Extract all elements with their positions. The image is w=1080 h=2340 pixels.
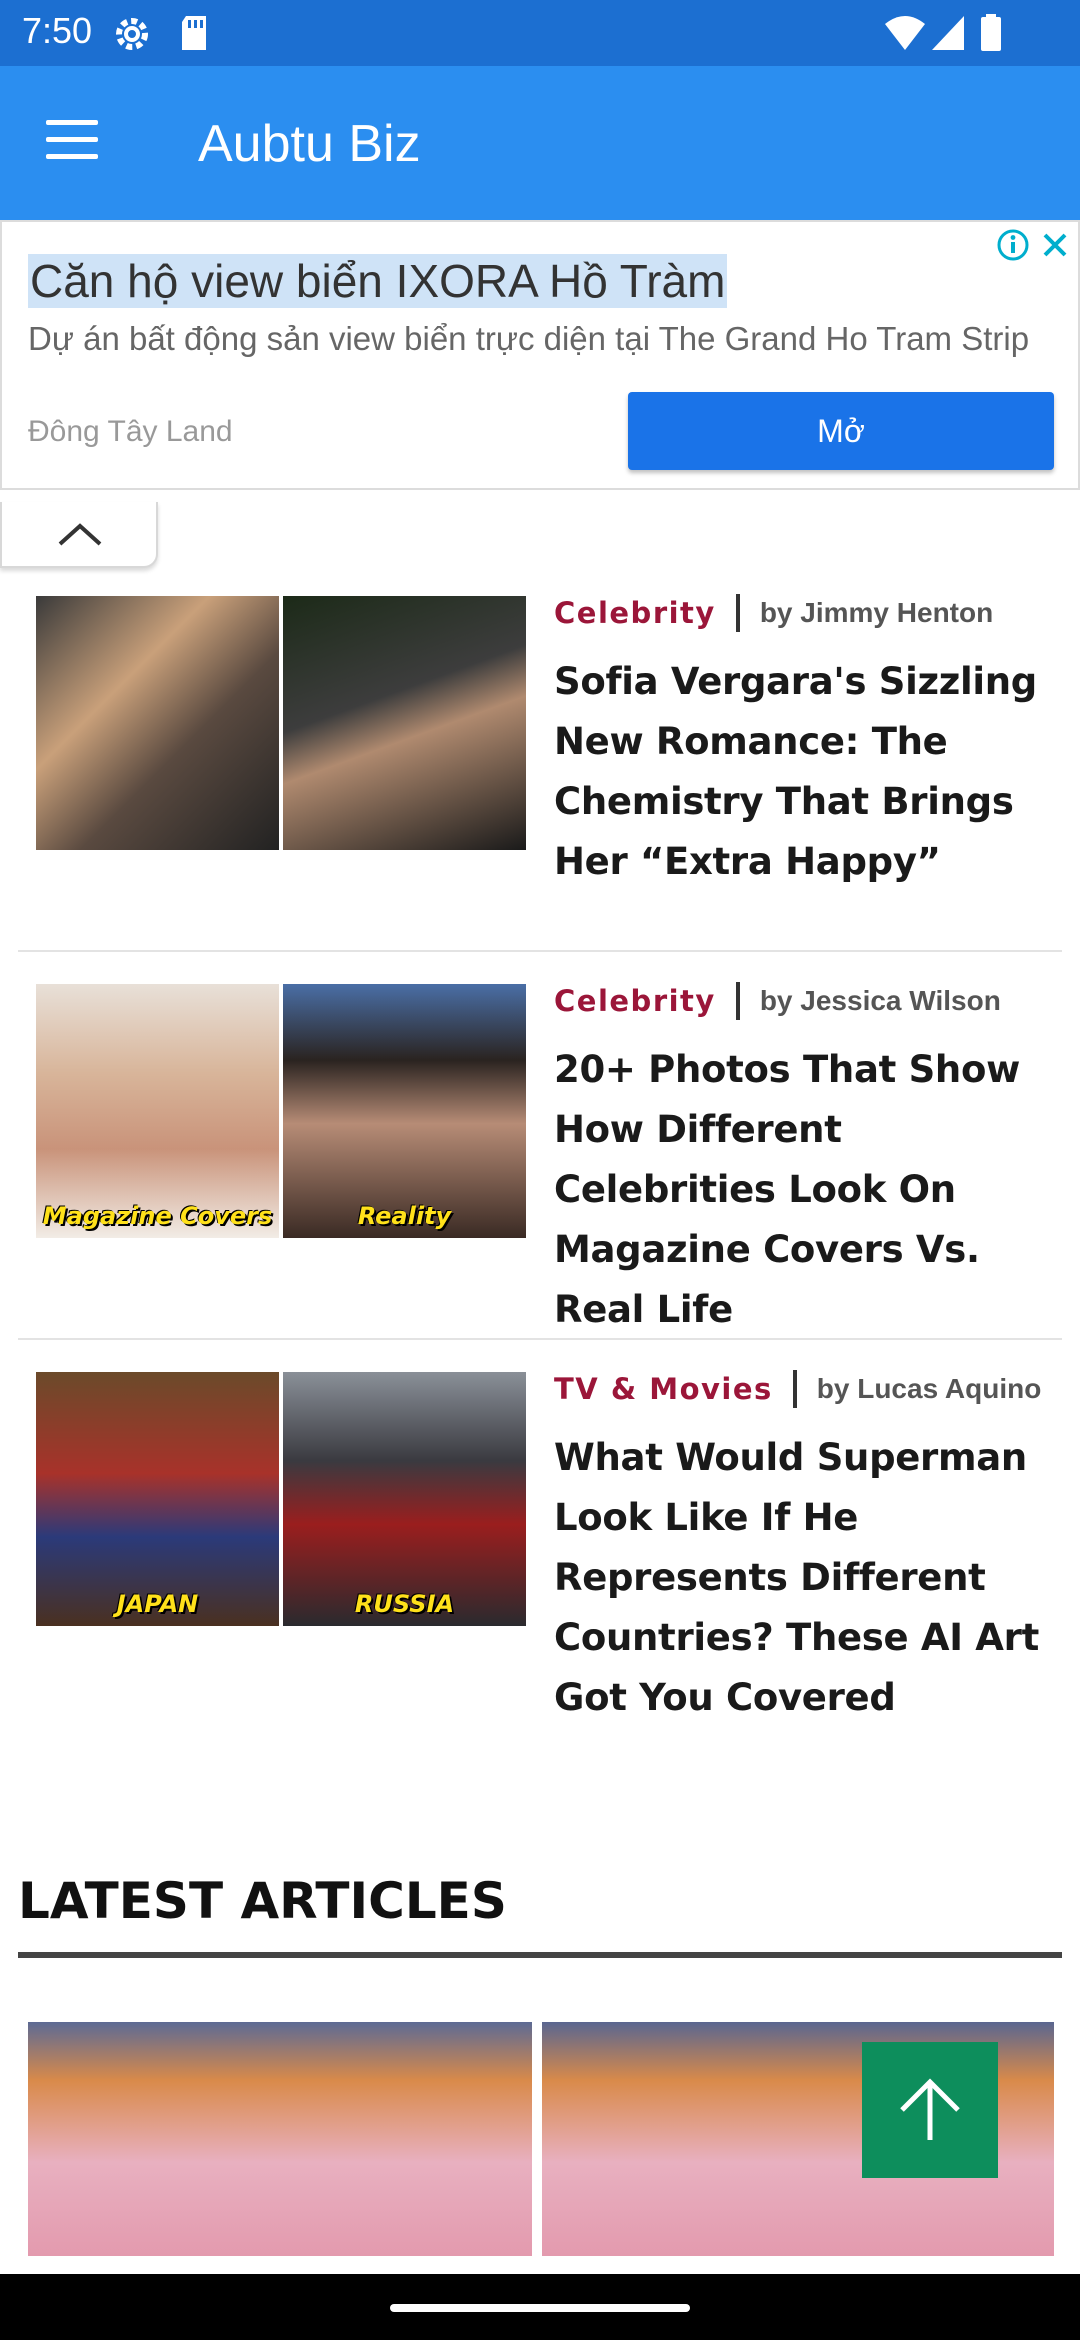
- scroll-to-top-button[interactable]: [862, 2042, 998, 2178]
- thumbnail-caption: Magazine Covers: [42, 1202, 273, 1230]
- article-card[interactable]: Celebrity by Jimmy Henton Sofia Vergara'…: [18, 594, 1062, 926]
- latest-articles-heading: LATEST ARTICLES: [18, 1872, 507, 1930]
- article-thumbnail[interactable]: JAPAN RUSSIA: [36, 1372, 526, 1626]
- ad-banner[interactable]: Căn hộ view biển IXORA Hồ Tràm Dự án bất…: [0, 220, 1080, 490]
- chevron-up-icon: [58, 523, 102, 546]
- article-thumbnail[interactable]: [36, 596, 526, 850]
- latest-article-thumbnail[interactable]: [28, 2022, 532, 2256]
- meta-separator: [792, 1370, 797, 1408]
- thumbnail-image: Reality: [283, 984, 526, 1238]
- signal-icon: [930, 14, 966, 57]
- article-card[interactable]: Magazine Covers Reality Celebrity by Jes…: [18, 982, 1062, 1331]
- article-category[interactable]: Celebrity: [554, 596, 716, 630]
- article-thumbnail[interactable]: Magazine Covers Reality: [36, 984, 526, 1238]
- article-author[interactable]: by Lucas Aquino: [817, 1373, 1042, 1405]
- thumbnail-caption: Reality: [357, 1202, 452, 1230]
- sd-card-icon: [178, 14, 210, 57]
- thumbnail-image: JAPAN: [36, 1372, 279, 1626]
- home-gesture-handle[interactable]: [390, 2304, 690, 2312]
- divider: [18, 950, 1062, 952]
- arrow-up-icon: [900, 2078, 960, 2140]
- battery-icon: [980, 14, 1002, 57]
- meta-separator: [735, 982, 740, 1020]
- article-category[interactable]: TV & Movies: [554, 1372, 773, 1406]
- meta-separator: [735, 594, 740, 632]
- article-title[interactable]: Sofia Vergara's Sizzling New Romance: Th…: [554, 652, 1054, 892]
- ad-description: Dự án bất động sản view biển trực diện t…: [28, 320, 1030, 357]
- status-time: 7:50: [22, 10, 93, 51]
- status-bar: 7:50: [0, 0, 1080, 66]
- article-author[interactable]: by Jimmy Henton: [760, 597, 993, 629]
- article-title[interactable]: 20+ Photos That Show How Different Celeb…: [554, 1040, 1054, 1340]
- collapse-ad-tab[interactable]: [0, 502, 158, 568]
- article-card[interactable]: JAPAN RUSSIA TV & Movies by Lucas Aquino…: [18, 1370, 1062, 1772]
- settings-icon: [112, 14, 152, 59]
- thumbnail-image: Magazine Covers: [36, 984, 279, 1238]
- close-icon[interactable]: [1038, 228, 1072, 267]
- ad-open-button[interactable]: Mở: [628, 392, 1054, 470]
- section-rule: [18, 1952, 1062, 1958]
- thumbnail-image: [36, 596, 279, 850]
- article-category[interactable]: Celebrity: [554, 984, 716, 1018]
- thumbnail-caption: JAPAN: [116, 1590, 199, 1618]
- ad-headline[interactable]: Căn hộ view biển IXORA Hồ Tràm: [28, 254, 728, 308]
- info-icon[interactable]: [996, 228, 1030, 267]
- hamburger-menu-icon[interactable]: [46, 120, 106, 166]
- thumbnail-image: RUSSIA: [283, 1372, 526, 1626]
- app-title: Aubtu Biz: [198, 115, 421, 173]
- thumbnail-caption: RUSSIA: [354, 1590, 455, 1618]
- article-title[interactable]: What Would Superman Look Like If He Repr…: [554, 1428, 1054, 1728]
- app-bar: Aubtu Biz: [0, 66, 1080, 220]
- wifi-icon: [884, 14, 926, 57]
- ad-advertiser: Đông Tây Land: [28, 415, 233, 448]
- divider: [18, 1338, 1062, 1340]
- article-author[interactable]: by Jessica Wilson: [760, 985, 1001, 1017]
- thumbnail-image: [283, 596, 526, 850]
- system-navigation-bar: [0, 2274, 1080, 2340]
